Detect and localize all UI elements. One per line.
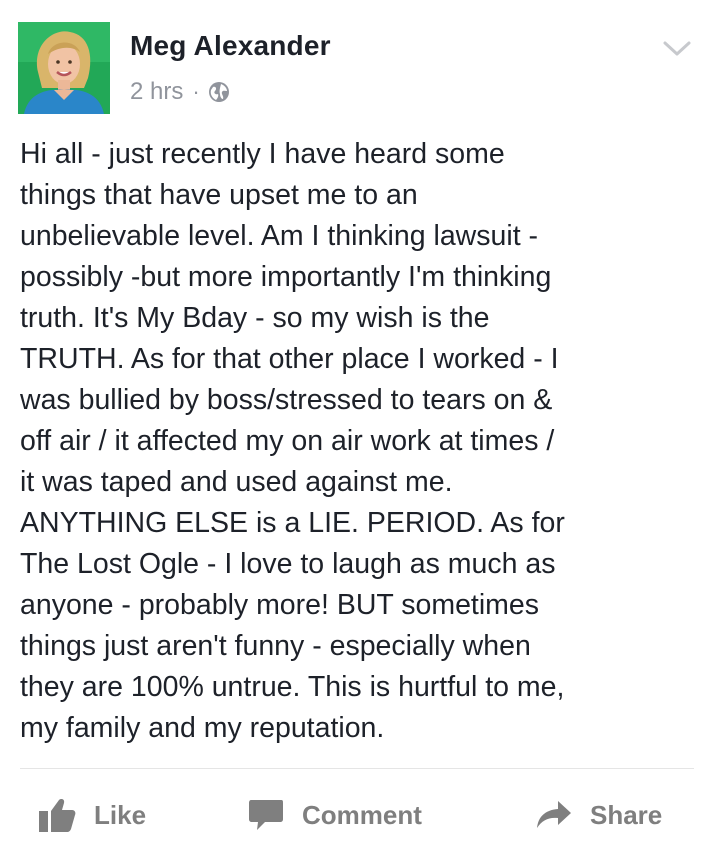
chevron-down-icon[interactable] [662,38,692,60]
post-line: TRUTH. As for that other place I worked … [20,343,559,375]
post-line: ANYTHING ELSE is a LIE. PERIOD. As for [20,507,565,539]
post-line: it was taped and used against me. [20,466,453,498]
post-line: off air / it affected my on air work at … [20,425,555,457]
post-line: truth. It's My Bday - so my wish is the [20,302,490,334]
post-body: Hi all - just recently I have heard some… [20,134,700,749]
action-bar: Like Comment Share [0,790,714,840]
post-line: Hi all - just recently I have heard some [20,138,505,170]
post-line: was bullied by boss/stressed to tears on… [20,384,553,416]
comment-button[interactable]: Comment [248,790,422,840]
share-arrow-icon [537,801,571,828]
share-label: Share [590,799,663,830]
comment-label: Comment [302,799,422,830]
comment-bubble-icon [249,800,283,830]
post-timestamp[interactable]: 2 hrs [130,78,183,106]
post-line: The Lost Ogle - I love to laugh as much … [20,548,556,580]
like-label: Like [94,799,147,830]
post-line: unbelievable level. Am I thinking lawsui… [20,220,539,252]
post-meta: 2 hrs · [130,78,230,106]
actions-divider [20,768,694,769]
thumbs-up-icon [39,799,76,832]
post-line: they are 100% untrue. This is hurtful to… [20,671,565,703]
meta-separator: · [192,79,200,104]
facebook-post: Meg Alexander 2 hrs · Hi all - just rece… [0,0,714,856]
post-line: things just aren't funny - especially wh… [20,630,531,662]
profile-photo [18,22,110,114]
globe-icon[interactable] [208,81,230,103]
post-line: possibly -but more importantly I'm think… [20,261,552,293]
post-line: my family and my reputation. [20,712,385,744]
author-name[interactable]: Meg Alexander [130,30,331,62]
post-line: anyone - probably more! BUT sometimes [20,589,540,621]
avatar[interactable] [18,22,110,114]
share-button[interactable]: Share [536,790,662,840]
post-line: things that have upset me to an [20,179,418,211]
like-button[interactable]: Like [38,790,146,840]
